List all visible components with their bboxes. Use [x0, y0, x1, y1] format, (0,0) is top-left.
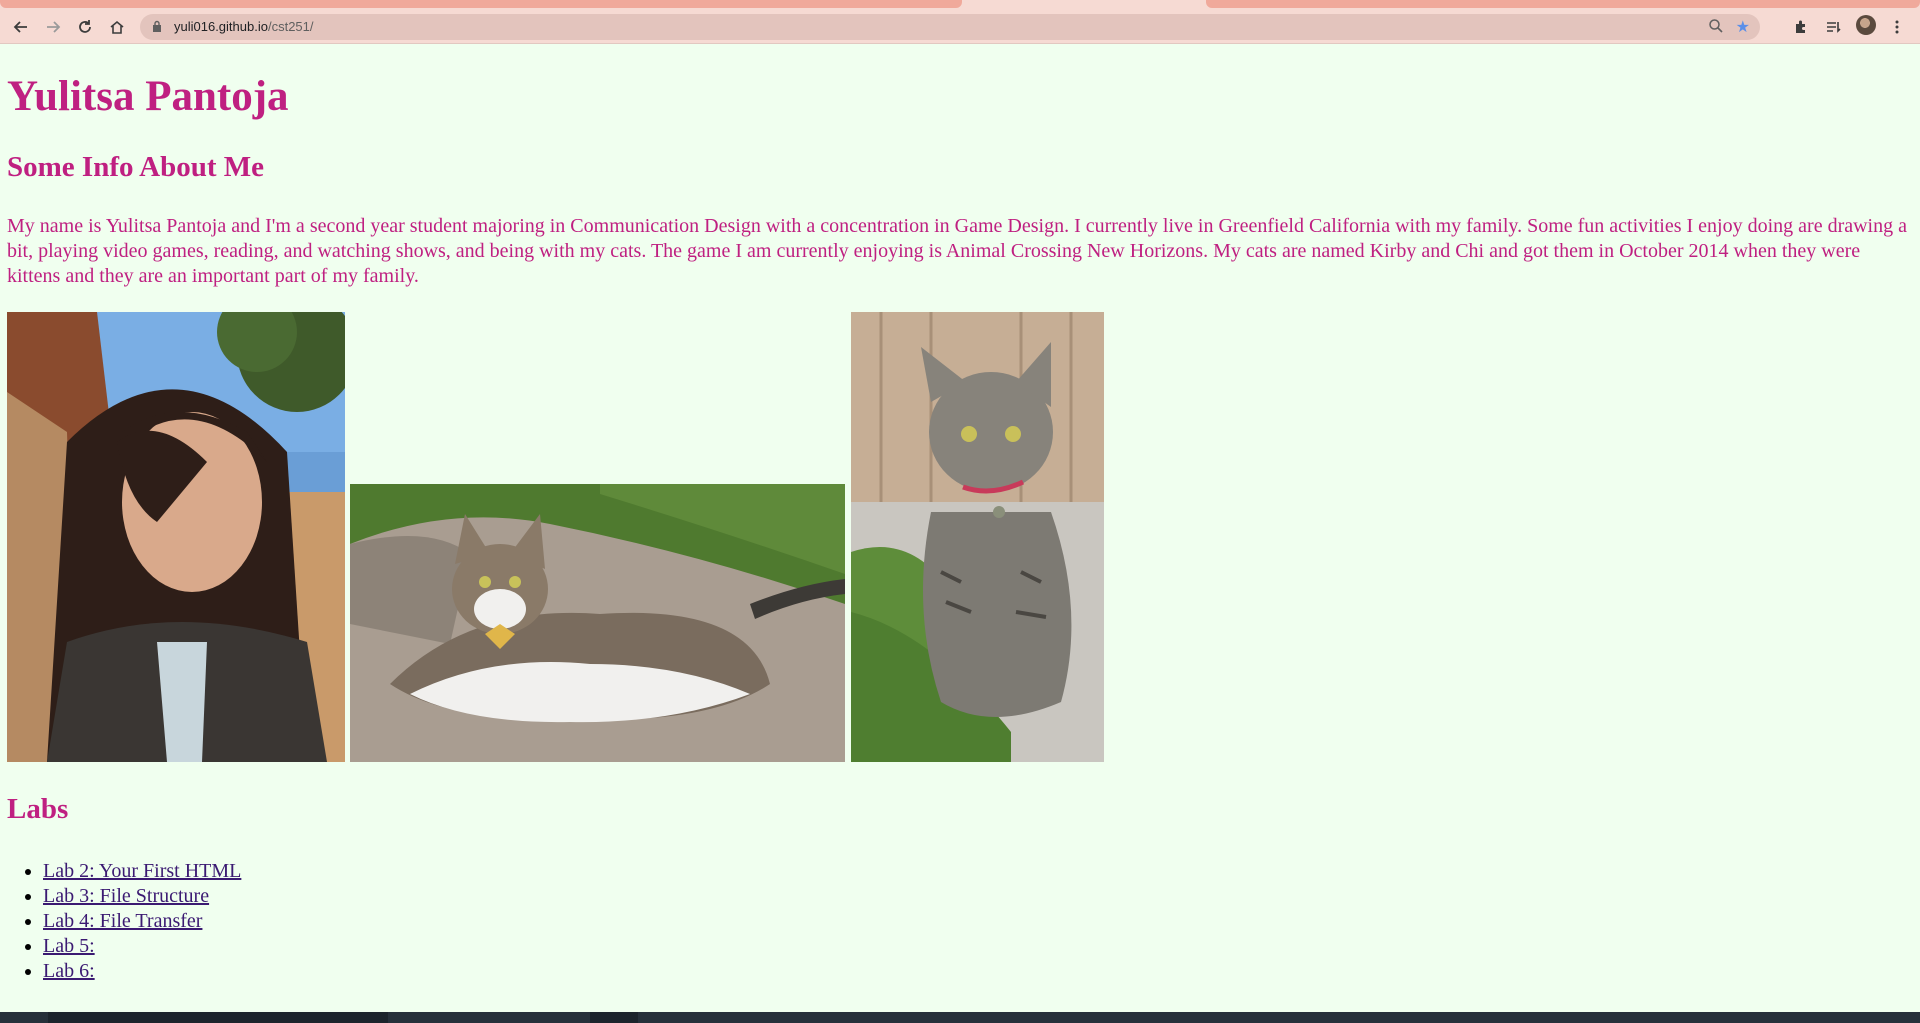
lab-3-link[interactable]: Lab 3: File Structure: [43, 885, 209, 907]
labs-list: Lab 2: Your First HTML Lab 3: File Struc…: [0, 859, 241, 984]
about-heading: Some Info About Me: [7, 151, 264, 183]
reading-list-icon[interactable]: [1820, 14, 1846, 40]
lab-4-link[interactable]: Lab 4: File Transfer: [43, 910, 202, 932]
selfie-photo: [7, 312, 345, 762]
tab-strip: [0, 0, 1920, 10]
url-path: /cst251/: [267, 19, 314, 34]
lab-6-link[interactable]: Lab 6:: [43, 960, 95, 982]
profile-avatar[interactable]: [1856, 15, 1876, 35]
menu-icon[interactable]: [1884, 14, 1910, 40]
lab-2-link[interactable]: Lab 2: Your First HTML: [43, 860, 241, 882]
taskbar-search[interactable]: [48, 1012, 388, 1023]
list-item: Lab 5:: [43, 934, 241, 959]
taskbar-app[interactable]: [590, 1012, 638, 1023]
browser-toolbar: yuli016.github.io/cst251/ ★: [0, 10, 1920, 44]
url-text: yuli016.github.io/cst251/: [174, 19, 314, 34]
lock-icon[interactable]: [152, 20, 162, 38]
cat-lying-photo: [350, 484, 845, 762]
url-host: yuli016.github.io: [174, 19, 268, 34]
list-item: Lab 6:: [43, 959, 241, 984]
extensions-icon[interactable]: [1788, 14, 1814, 40]
labs-heading: Labs: [7, 793, 69, 825]
bio-paragraph: My name is Yulitsa Pantoja and I'm a sec…: [7, 215, 1907, 287]
tab-inactive[interactable]: [0, 0, 962, 8]
list-item: Lab 4: File Transfer: [43, 909, 241, 934]
star-icon[interactable]: ★: [1736, 17, 1750, 36]
forward-icon[interactable]: [40, 14, 66, 40]
list-item: Lab 3: File Structure: [43, 884, 241, 909]
cat-sitting-photo: [851, 312, 1104, 762]
address-bar[interactable]: yuli016.github.io/cst251/ ★: [140, 14, 1760, 40]
tab-active[interactable]: [964, 0, 1204, 8]
taskbar: [0, 1012, 1920, 1023]
reload-icon[interactable]: [72, 14, 98, 40]
zoom-icon[interactable]: [1708, 18, 1724, 39]
lab-5-link[interactable]: Lab 5:: [43, 935, 95, 957]
home-icon[interactable]: [104, 14, 130, 40]
list-item: Lab 2: Your First HTML: [43, 859, 241, 884]
page-title: Yulitsa Pantoja: [7, 73, 289, 120]
back-icon[interactable]: [8, 14, 34, 40]
tab-inactive[interactable]: [1206, 0, 1920, 8]
page-content: Yulitsa Pantoja Some Info About Me My na…: [0, 44, 1920, 1012]
